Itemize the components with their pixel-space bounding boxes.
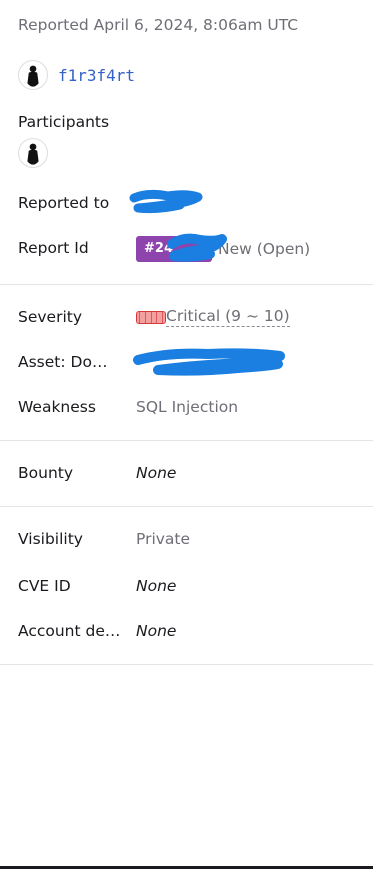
- divider: [0, 440, 373, 441]
- asset-label: Asset: Domain: [18, 353, 122, 371]
- severity[interactable]: Critical (9 ~ 10): [136, 307, 290, 327]
- reporter-avatar-icon[interactable]: [18, 60, 48, 90]
- report-id-number: #24: [144, 241, 173, 256]
- account-details-value[interactable]: None: [136, 622, 176, 640]
- reported-to-label: Reported to: [18, 194, 110, 212]
- reported-date: Reported April 6, 2024, 8:06am UTC: [18, 16, 299, 34]
- report-state: New (Open): [218, 240, 311, 258]
- report-id-badge[interactable]: #24: [136, 236, 212, 262]
- divider: [0, 284, 373, 285]
- bounty-value: None: [136, 464, 177, 482]
- divider: [0, 506, 373, 507]
- visibility-value[interactable]: Private: [136, 530, 190, 548]
- reporter[interactable]: f1r3f4rt: [18, 60, 135, 90]
- report-id: #24 New (Open): [136, 236, 310, 262]
- participant-avatar-icon[interactable]: [18, 138, 48, 168]
- participant-avatar[interactable]: [18, 138, 48, 168]
- visibility-label: Visibility: [18, 530, 83, 548]
- report-id-label: Report Id: [18, 239, 89, 257]
- weakness-value[interactable]: SQL Injection: [136, 398, 238, 416]
- cve-id-value[interactable]: None: [136, 577, 176, 595]
- reporter-username-link[interactable]: f1r3f4rt: [58, 66, 135, 85]
- participants-label: Participants: [18, 113, 110, 131]
- report-details-panel: Reported April 6, 2024, 8:06am UTC f1r3f…: [0, 0, 373, 869]
- severity-meter-icon: [136, 310, 166, 324]
- reported-to-redaction: [129, 189, 203, 214]
- asset-redaction: [133, 348, 285, 376]
- divider: [0, 664, 373, 665]
- weakness-label: Weakness: [18, 398, 96, 416]
- severity-label: Severity: [18, 308, 83, 326]
- account-details-label: Account details: [18, 622, 122, 640]
- bounty-label: Bounty: [18, 464, 74, 482]
- severity-value[interactable]: Critical (9 ~ 10): [166, 307, 290, 327]
- cve-id-label: CVE ID: [18, 577, 71, 595]
